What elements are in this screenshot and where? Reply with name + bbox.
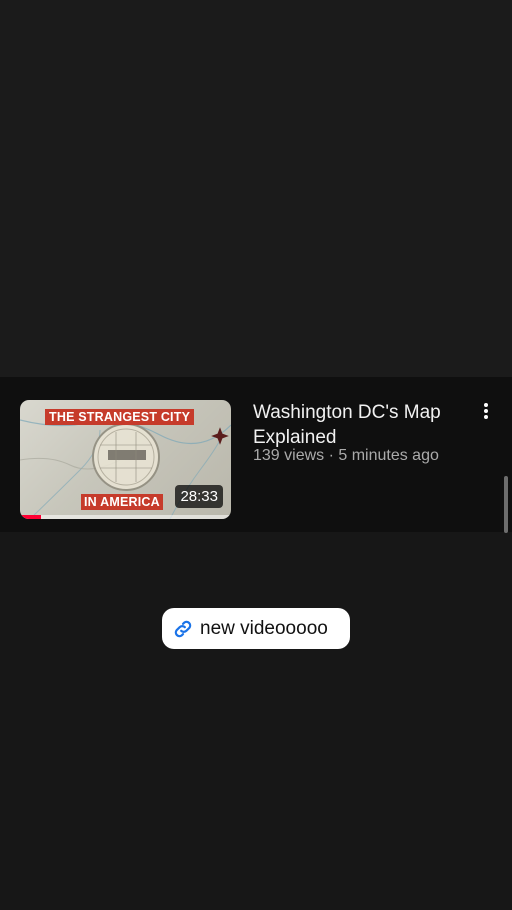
video-card[interactable]: THE STRANGEST CITY IN AMERICA 28:33 Wash… [0, 377, 512, 532]
empty-content-area [0, 0, 512, 377]
link-label: new videooooo [200, 617, 328, 639]
watch-progress-track [20, 515, 231, 519]
video-metadata: 139 views · 5 minutes ago [253, 447, 439, 464]
link-icon [174, 620, 192, 637]
video-title[interactable]: Washington DC's Map Explained [253, 400, 463, 450]
more-vert-icon[interactable] [474, 401, 498, 425]
watch-progress-fill [20, 515, 42, 519]
scrollbar[interactable] [504, 476, 508, 533]
thumbnail-headline-bottom: IN AMERICA [81, 494, 163, 510]
duration-badge: 28:33 [175, 485, 223, 508]
link-sticker-button[interactable]: new videooooo [162, 608, 350, 649]
thumbnail-headline-top: THE STRANGEST CITY [45, 409, 195, 425]
video-thumbnail[interactable]: THE STRANGEST CITY IN AMERICA 28:33 [20, 400, 231, 519]
